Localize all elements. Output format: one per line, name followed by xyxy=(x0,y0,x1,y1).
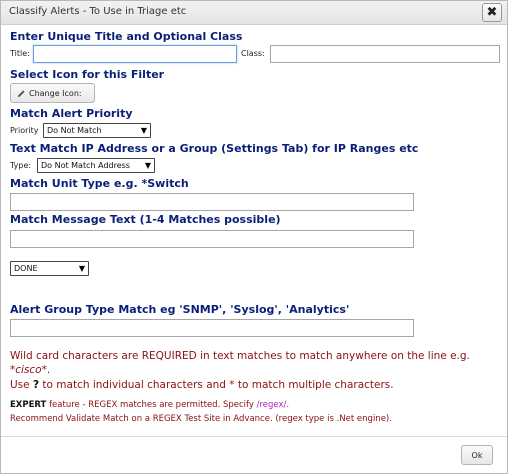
chevron-down-icon: ▼ xyxy=(140,126,147,135)
group-heading: Alert Group Type Match eg 'SNMP', 'Syslo… xyxy=(10,303,350,316)
priority-select[interactable]: Do Not Match ▼ xyxy=(43,123,151,138)
close-icon: ✖ xyxy=(486,5,498,20)
wildcard-note: Wild card characters are REQUIRED in tex… xyxy=(10,350,470,362)
chevron-down-icon: ▼ xyxy=(78,264,85,273)
ip-type-select[interactable]: Do Not Match Address ▼ xyxy=(37,158,155,173)
unit-heading: Match Unit Type e.g. *Switch xyxy=(10,177,189,190)
priority-select-value: Do Not Match xyxy=(47,126,102,135)
priority-label: Priority xyxy=(10,126,39,135)
wildcard-note-text: Wild card characters are REQUIRED in tex… xyxy=(10,350,470,362)
wildcard-example-line: *cisco*. xyxy=(10,364,50,376)
unit-type-input[interactable] xyxy=(10,193,414,211)
use-suffix: to match individual characters and * to … xyxy=(42,379,394,391)
dialog-titlebar[interactable]: Classify Alerts - To Use in Triage etc ✖ xyxy=(1,1,507,25)
ok-button-label: Ok xyxy=(471,450,483,460)
message-heading: Match Message Text (1-4 Matches possible… xyxy=(10,213,281,226)
title-heading: Enter Unique Title and Optional Class xyxy=(10,30,243,43)
type-label: Type: xyxy=(10,161,32,170)
title-label: Title: xyxy=(10,49,30,58)
message-match-select-value: DONE xyxy=(14,264,38,273)
wildcard-example: *cisco* xyxy=(10,364,47,376)
regex-example: /regex/ xyxy=(256,400,287,410)
icon-heading: Select Icon for this Filter xyxy=(10,68,165,81)
recommend-note: Recommend Validate Match on a REGEX Test… xyxy=(10,414,392,424)
use-note: Use ? to match individual characters and… xyxy=(10,379,394,391)
expert-period: . xyxy=(286,400,290,410)
expert-label: EXPERT xyxy=(10,400,47,410)
classify-alerts-dialog: Classify Alerts - To Use in Triage etc ✖… xyxy=(0,0,508,474)
class-label: Class: xyxy=(241,49,265,58)
expert-note: EXPERT feature - REGEX matches are permi… xyxy=(10,400,289,410)
expert-text: feature - REGEX matches are permitted. S… xyxy=(49,400,254,410)
ok-button[interactable]: Ok xyxy=(461,445,493,465)
use-prefix: Use xyxy=(10,379,30,391)
change-icon-label: Change Icon: xyxy=(29,88,82,98)
class-input[interactable] xyxy=(270,45,500,63)
priority-heading: Match Alert Priority xyxy=(10,107,133,120)
ip-heading: Text Match IP Address or a Group (Settin… xyxy=(10,142,419,155)
wildcard-period: . xyxy=(46,364,51,376)
dialog-title: Classify Alerts - To Use in Triage etc xyxy=(9,6,187,17)
dialog-footer: Ok xyxy=(1,436,507,473)
change-icon-button[interactable]: Change Icon: xyxy=(10,83,95,103)
question-mark: ? xyxy=(32,379,40,391)
chevron-down-icon: ▼ xyxy=(144,161,151,170)
close-button[interactable]: ✖ xyxy=(482,3,502,22)
pencil-icon xyxy=(17,89,25,97)
message-match-select[interactable]: DONE ▼ xyxy=(10,261,89,276)
message-text-input[interactable] xyxy=(10,230,414,248)
title-input[interactable] xyxy=(33,45,237,63)
alert-group-input[interactable] xyxy=(10,319,414,337)
ip-type-select-value: Do Not Match Address xyxy=(41,161,130,170)
